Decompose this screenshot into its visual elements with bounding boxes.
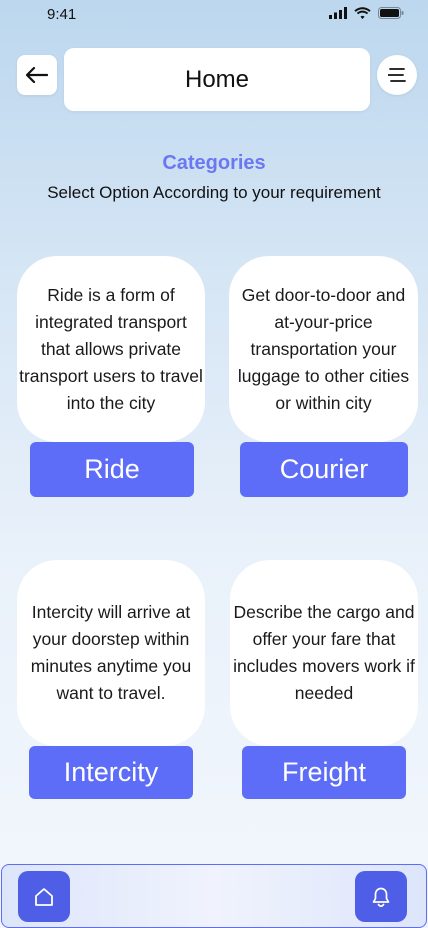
notifications-button[interactable] [355,871,407,922]
freight-description-card: Describe the cargo and offer your fare t… [230,560,418,746]
ride-button[interactable]: Ride [30,442,194,497]
home-button[interactable] [18,871,70,922]
wifi-icon [354,7,371,19]
freight-button[interactable]: Freight [242,746,406,799]
courier-button[interactable]: Courier [240,442,408,497]
intercity-description-card: Intercity will arrive at your doorstep w… [17,560,205,746]
back-button[interactable] [17,55,57,95]
categories-title: Categories [162,152,266,174]
bell-icon [372,887,390,907]
bottom-nav [1,864,427,928]
status-icons [329,7,404,19]
categories-subtitle: Select Option According to your requirem… [47,183,381,202]
courier-button-label: Courier [279,454,369,484]
menu-button[interactable] [377,55,417,95]
page-title: Home [184,65,250,93]
intercity-button[interactable]: Intercity [29,746,193,799]
hamburger-menu-icon [388,68,406,82]
courier-description: Get door-to-door and at-your-price trans… [237,284,410,413]
intercity-description: Intercity will arrive at your doorstep w… [30,602,192,703]
arrow-left-icon [26,67,48,83]
intercity-button-label: Intercity [63,757,159,787]
signal-icon [329,7,347,19]
ride-button-label: Ride [84,454,140,484]
courier-description-card: Get door-to-door and at-your-price trans… [229,256,418,442]
freight-description: Describe the cargo and offer your fare t… [233,602,415,703]
home-icon [35,887,53,906]
status-time: 9:41 [47,6,77,23]
page-title-box: Home [64,48,370,111]
freight-button-label: Freight [281,757,367,787]
ride-description: Ride is a form of integrated transport t… [19,284,203,413]
ride-description-card: Ride is a form of integrated transport t… [17,256,205,442]
battery-icon [378,7,404,19]
status-bar: 9:41 [0,0,428,32]
